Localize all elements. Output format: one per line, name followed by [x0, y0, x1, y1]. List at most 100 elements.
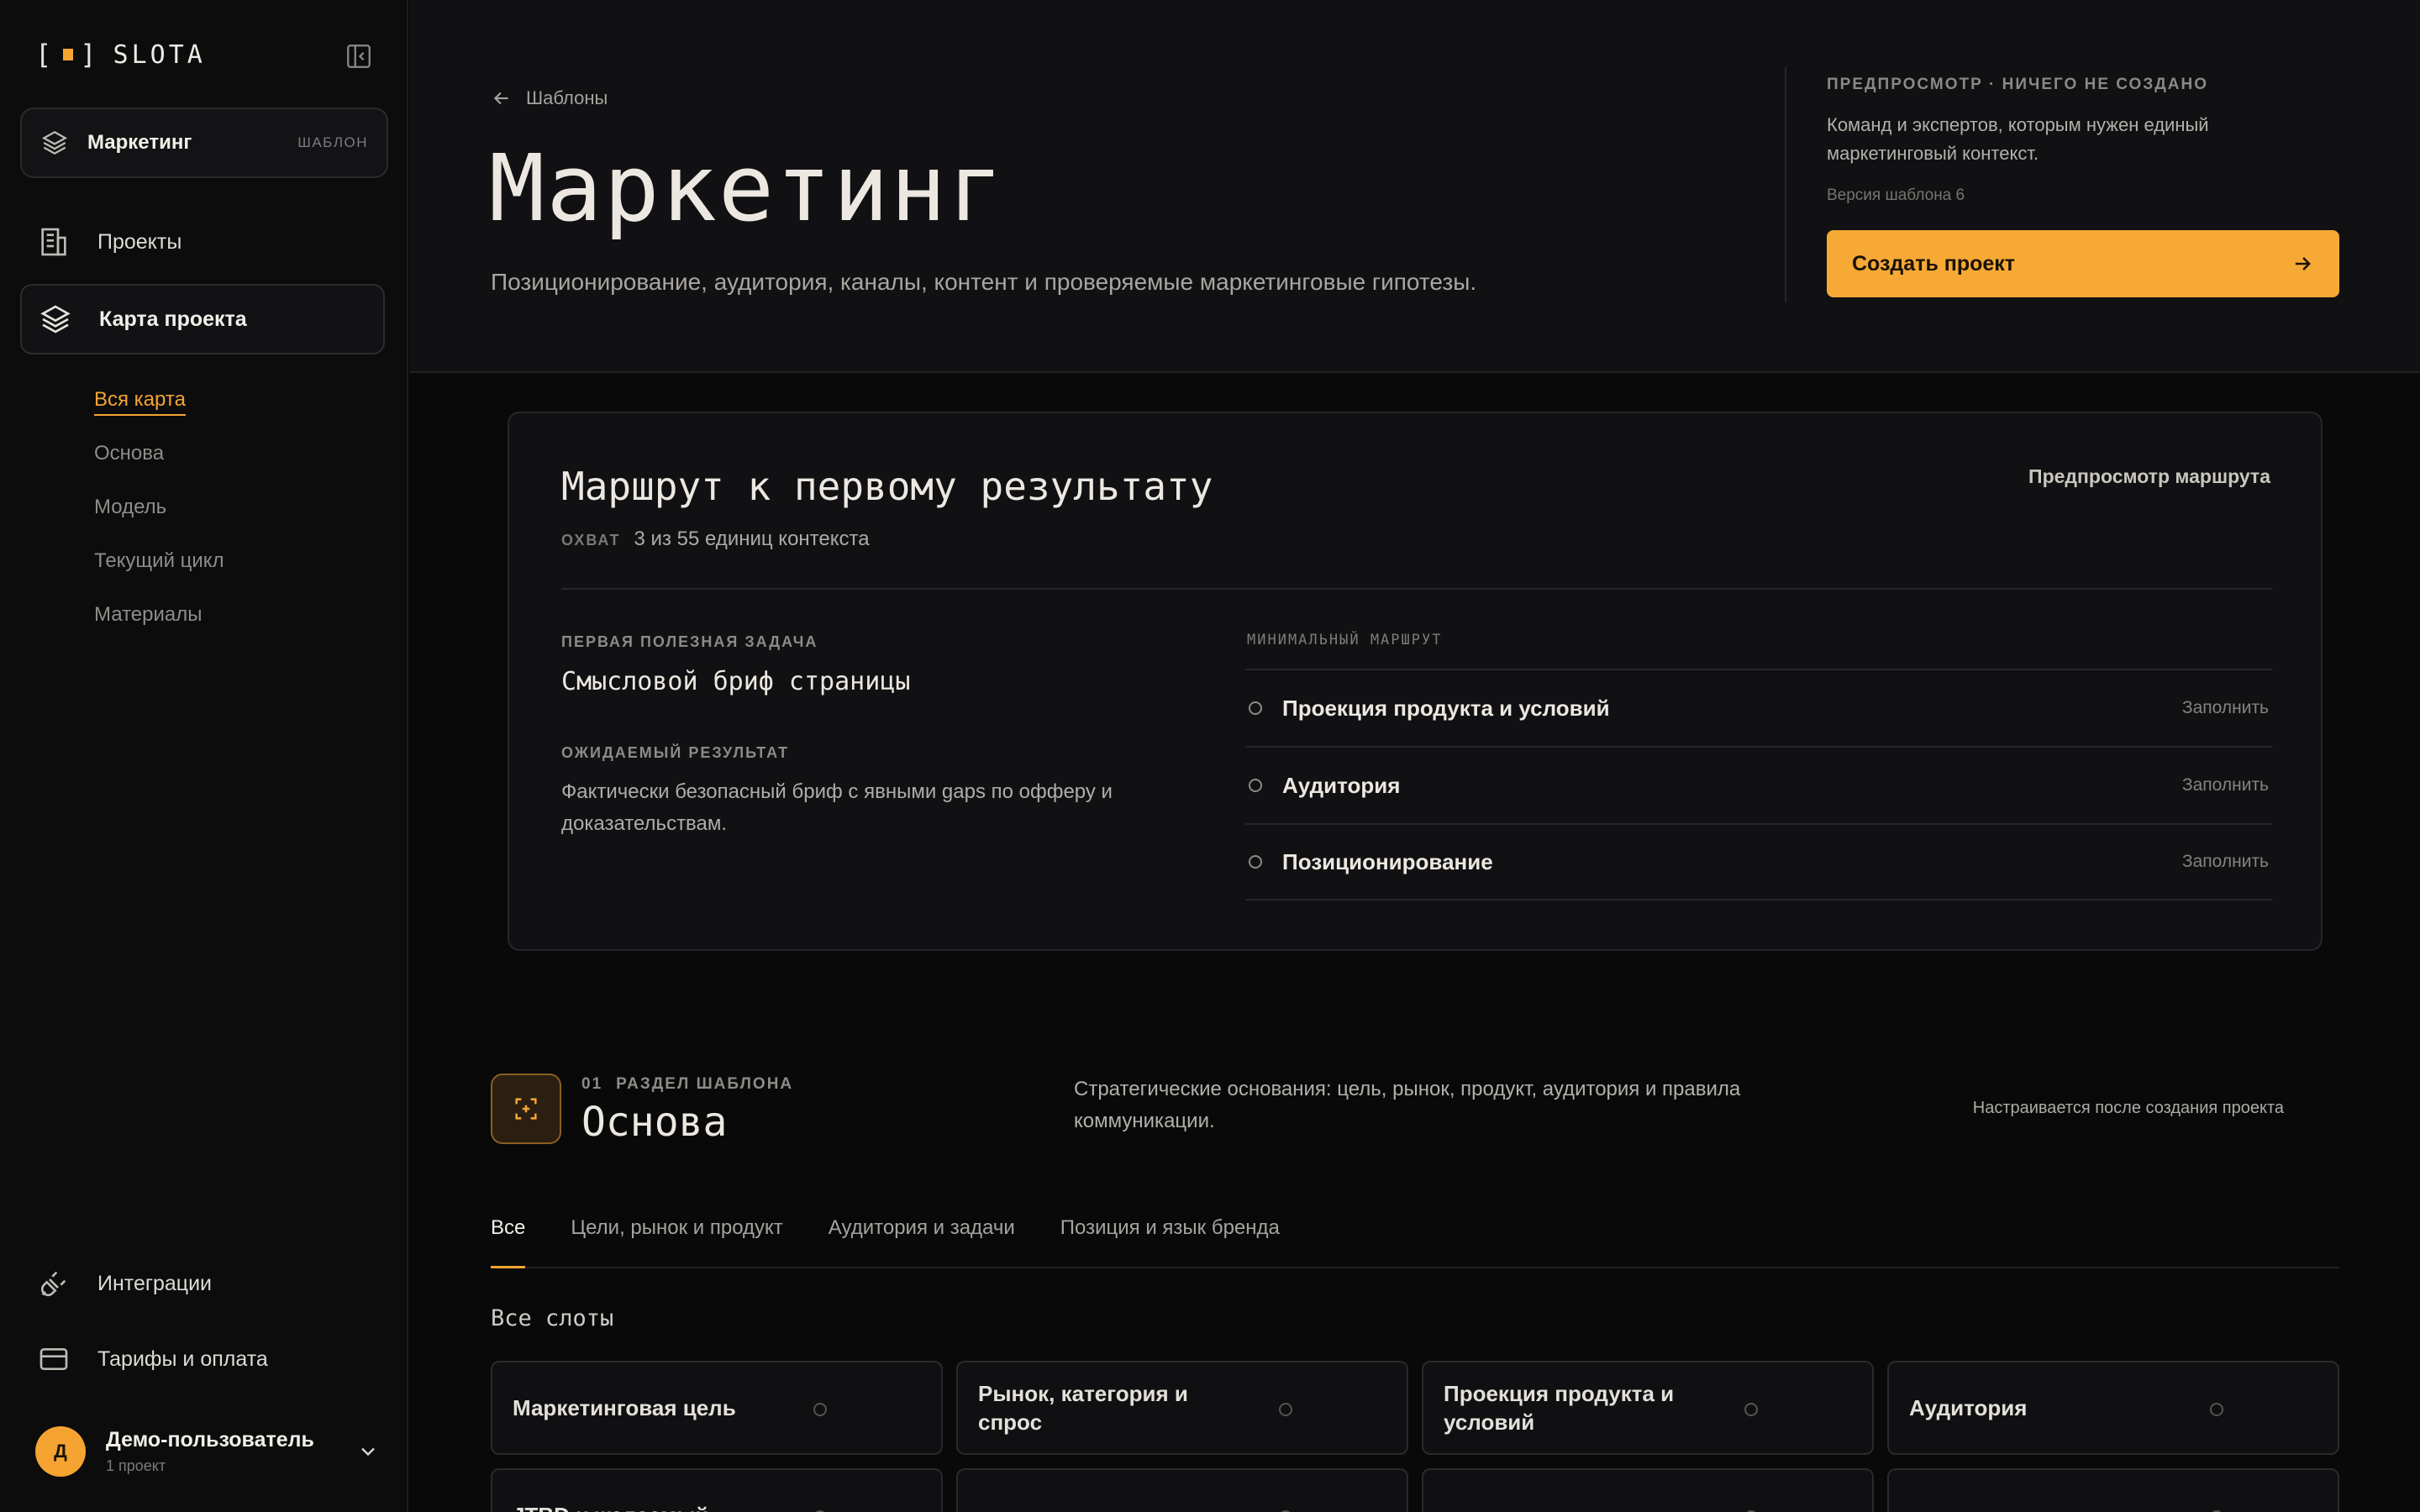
list-item[interactable]: Аудитория Заполнить: [1245, 746, 2272, 823]
subnav-current-cycle[interactable]: Текущий цикл: [94, 549, 224, 573]
status-circle-icon: [1249, 701, 1262, 715]
slot-name: Рынок, категория и спрос: [978, 1381, 1188, 1435]
template-version: Версия шаблона 6: [1827, 186, 1965, 204]
sidebar-item-integrations[interactable]: Интеграции: [20, 1248, 385, 1319]
preview-status: ПРЕДПРОСМОТР · НИЧЕГО НЕ СОЗДАНО: [1827, 76, 2208, 93]
focus-plus-icon: [491, 1074, 561, 1144]
step-name: Аудитория: [1282, 772, 1401, 798]
sidebar-item-projects[interactable]: Проекты: [20, 207, 385, 277]
list-item[interactable]: Позиционирование Заполнить: [1245, 823, 2272, 900]
logo-mark: [63, 49, 74, 60]
min-route-label: МИНИМАЛЬНЫЙ МАРШРУТ: [1247, 632, 1443, 648]
slot-card[interactable]: Аудитория: [1887, 1361, 2339, 1455]
sidebar-item-project-map[interactable]: Карта проекта: [20, 284, 385, 354]
tab-goals-market-product[interactable]: Цели, рынок и продукт: [571, 1200, 782, 1268]
status-circle-icon: [1249, 855, 1262, 869]
chevron-down-icon: [361, 1447, 375, 1457]
back-link[interactable]: Шаблоны: [491, 87, 608, 109]
expected-result-label: ОЖИДАЕМЫЙ РЕЗУЛЬТАТ: [561, 744, 790, 761]
slot-name: JTBD и желаемый: [513, 1501, 790, 1512]
sidebar-item-billing[interactable]: Тарифы и оплата: [20, 1324, 385, 1394]
status-circle-icon: [813, 1403, 827, 1416]
status-circle-icon: [1744, 1403, 1758, 1416]
arrow-left-icon: [493, 92, 508, 105]
slot-card[interactable]: [956, 1468, 1408, 1512]
slot-card[interactable]: Рынок, категория и спрос: [956, 1361, 1408, 1455]
building-icon: [41, 228, 66, 256]
slot-name: Проекция продукта и условий: [1444, 1381, 1675, 1435]
status-circle-icon: [1249, 779, 1262, 792]
sidebar-item-label: Интеграции: [97, 1271, 213, 1295]
slot-card[interactable]: [1422, 1468, 1874, 1512]
section-tabs: Все Цели, рынок и продукт Аудитория и за…: [491, 1200, 2339, 1268]
status-circle-icon: [1279, 1403, 1292, 1416]
user-menu[interactable]: Д Демо-пользователь 1 проект: [35, 1426, 380, 1477]
coverage-label: ОХВАТ: [561, 532, 621, 549]
plug-icon: [40, 1271, 66, 1297]
slot-card[interactable]: Маркетинговая цель: [491, 1361, 943, 1455]
avatar: Д: [35, 1426, 86, 1477]
section-kind: РАЗДЕЛ ШАБЛОНА: [616, 1075, 794, 1093]
slot-card[interactable]: [1887, 1468, 2339, 1512]
fill-button[interactable]: Заполнить: [2182, 698, 2269, 718]
layers-icon: [40, 305, 71, 333]
section-description: Стратегические основания: цель, рынок, п…: [1074, 1078, 1741, 1132]
route-divider: [561, 588, 2272, 590]
all-slots-heading: Все слоты: [491, 1305, 614, 1331]
workspace-name: Маркетинг: [87, 131, 192, 154]
slot-card[interactable]: Проекция продукта и условий: [1422, 1361, 1874, 1455]
list-item[interactable]: Проекция продукта и условий Заполнить: [1245, 669, 2272, 746]
slot-name: Аудитория: [1909, 1395, 2028, 1420]
sidebar-item-label: Карта проекта: [99, 307, 247, 331]
tab-brand-position[interactable]: Позиция и язык бренда: [1060, 1200, 1280, 1268]
step-name: Позиционирование: [1282, 848, 1493, 874]
route-title: Маршрут к первому результату: [561, 464, 1213, 509]
first-task: Смысловой бриф страницы: [561, 667, 911, 696]
page-title: Маркетинг: [489, 134, 1006, 242]
create-project-button[interactable]: Создать проект: [1827, 230, 2339, 297]
logo[interactable]: [] SLOTA: [35, 39, 206, 71]
sidebar-collapse-icon[interactable]: [345, 42, 373, 71]
section-note: Настраивается после создания проекта: [1972, 1099, 2284, 1117]
main-area: Шаблоны Маркетинг Позиционирование, ауди…: [410, 0, 2420, 1512]
route-card: Маршрут к первому результату Предпросмот…: [508, 412, 2323, 951]
workspace-tag: ШАБЛОН: [297, 134, 368, 150]
section-number: 01: [581, 1075, 603, 1093]
subnav-model[interactable]: Модель: [94, 496, 166, 519]
route-preview-link[interactable]: Предпросмотр маршрута: [2028, 465, 2270, 488]
coverage-value: 3 из 55 единиц контекста: [634, 528, 870, 550]
header-divider: [1785, 67, 1786, 302]
page-content: Маршрут к первому результату Предпросмот…: [410, 375, 2420, 1512]
sidebar-item-label: Проекты: [97, 229, 182, 254]
subnav-materials[interactable]: Материалы: [94, 603, 203, 627]
min-route-list: Проекция продукта и условий Заполнить Ау…: [1245, 669, 2272, 900]
step-name: Проекция продукта и условий: [1282, 695, 1610, 721]
tab-audience-tasks[interactable]: Аудитория и задачи: [829, 1200, 1015, 1268]
status-circle-icon: [2210, 1403, 2223, 1416]
credit-card-icon: [39, 1348, 68, 1370]
tab-all[interactable]: Все: [491, 1200, 526, 1268]
user-projects-count: 1 проект: [106, 1457, 166, 1474]
sidebar: [] SLOTA Маркетинг ШАБЛОН Проекты Карта …: [0, 0, 408, 1512]
logo-text: SLOTA: [113, 39, 206, 70]
section-meta: 01 РАЗДЕЛ ШАБЛОНА: [581, 1075, 793, 1094]
user-name: Демо-пользователь: [106, 1428, 314, 1452]
create-project-label: Создать проект: [1852, 251, 2016, 276]
workspace-switcher[interactable]: Маркетинг ШАБЛОН: [20, 108, 388, 178]
fill-button[interactable]: Заполнить: [2182, 852, 2269, 872]
page-subtitle: Позиционирование, аудитория, каналы, кон…: [491, 269, 1477, 295]
slots-grid: Маркетинговая цель Рынок, категория и сп…: [491, 1361, 2339, 1512]
slot-card[interactable]: JTBD и желаемый: [491, 1468, 943, 1512]
layers-icon: [41, 130, 68, 155]
section-title: Основа: [581, 1099, 728, 1146]
preview-description: Команд и экспертов, которым нужен единый…: [1827, 114, 2209, 164]
fill-button[interactable]: Заполнить: [2182, 775, 2269, 795]
expected-result: Фактически безопасный бриф с явными gaps…: [561, 780, 1113, 835]
coverage: ОХВАТ 3 из 55 единиц контекста: [561, 528, 870, 551]
back-label: Шаблоны: [526, 87, 608, 108]
sidebar-item-label: Тарифы и оплата: [97, 1347, 268, 1371]
first-task-label: ПЕРВАЯ ПОЛЕЗНАЯ ЗАДАЧА: [561, 633, 818, 650]
subnav-foundation[interactable]: Основа: [94, 442, 164, 465]
slot-name: Маркетинговая цель: [513, 1395, 736, 1420]
subnav-all-map[interactable]: Вся карта: [94, 388, 186, 416]
